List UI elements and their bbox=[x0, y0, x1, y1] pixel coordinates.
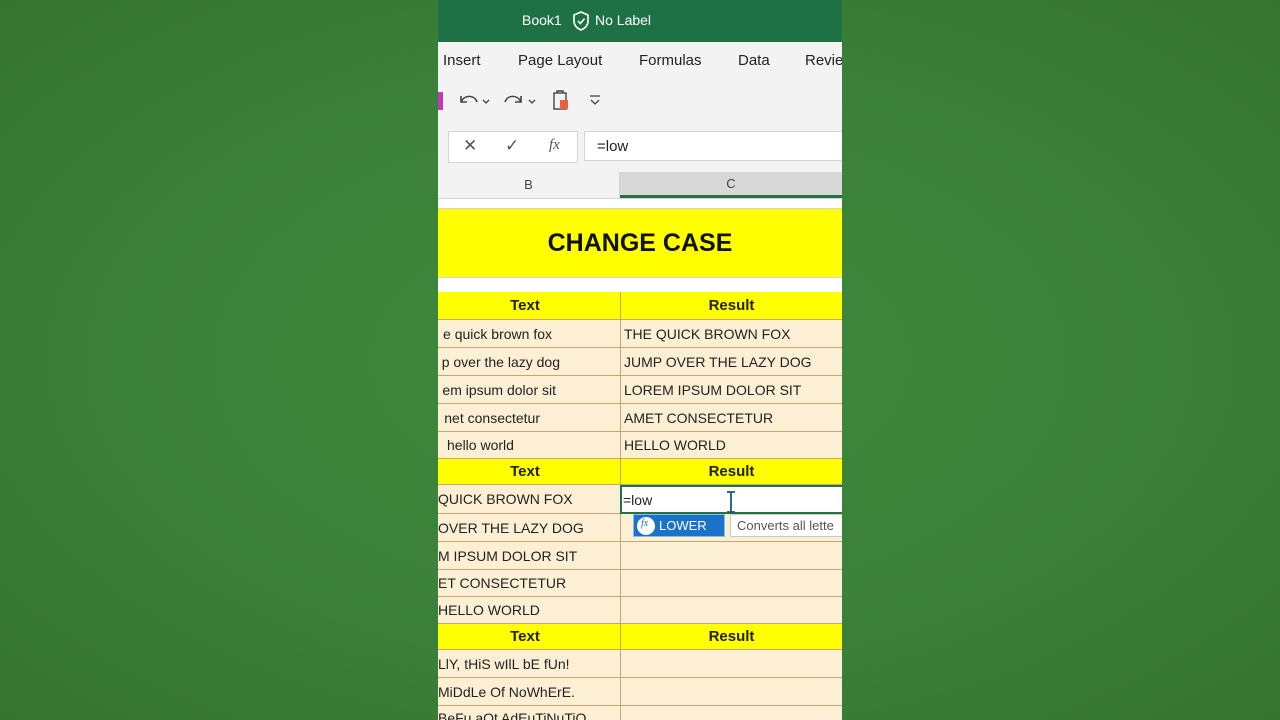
cell-value: OVER THE LAZY DOG bbox=[438, 519, 584, 536]
header-result-cell[interactable]: Result bbox=[621, 624, 842, 650]
text-cell[interactable]: MiDdLe Of NoWhErE. bbox=[438, 678, 621, 706]
header-text-cell[interactable]: Text bbox=[438, 459, 621, 485]
header-text-cell[interactable]: Text bbox=[438, 292, 621, 320]
result-cell[interactable] bbox=[621, 570, 842, 597]
cell-value: e quick brown fox bbox=[443, 325, 552, 342]
insert-function-icon[interactable]: fx bbox=[549, 137, 560, 154]
formula-input[interactable]: =low bbox=[584, 131, 842, 161]
sheet-title: CHANGE CASE bbox=[438, 208, 842, 278]
text-cell[interactable]: LlY, tHiS wIlL bE fUn! bbox=[438, 650, 621, 678]
column-header-b[interactable]: B bbox=[438, 172, 620, 198]
text-cell[interactable]: e quick brown fox bbox=[438, 320, 621, 348]
text-cell[interactable]: ET CONSECTETUR bbox=[438, 570, 621, 597]
active-cell-value: =low bbox=[623, 491, 653, 508]
cell-value: MiDdLe Of NoWhErE. bbox=[438, 683, 575, 700]
column-headers: B C bbox=[438, 172, 842, 199]
cell-value: AMET CONSECTETUR bbox=[624, 409, 774, 426]
ribbon-tabs: Insert Page Layout Formulas Data Revie bbox=[438, 42, 842, 78]
column-header-c[interactable]: C bbox=[620, 172, 842, 198]
customize-toolbar-icon[interactable] bbox=[588, 93, 602, 107]
table-header-row: Text Result bbox=[438, 624, 842, 650]
sensitivity-shield-icon[interactable] bbox=[572, 11, 590, 31]
text-cell[interactable]: net consectetur bbox=[438, 404, 621, 432]
table-header-row: Text Result bbox=[438, 459, 842, 485]
cell-value: p over the lazy dog bbox=[441, 353, 560, 370]
text-cell[interactable]: em ipsum dolor sit bbox=[438, 376, 621, 404]
result-cell[interactable] bbox=[621, 597, 842, 624]
table-row: p over the lazy dog JUMP OVER THE LAZY D… bbox=[438, 348, 842, 376]
result-cell[interactable]: THE QUICK BROWN FOX bbox=[621, 320, 842, 348]
function-tooltip: Converts all lette bbox=[730, 514, 842, 537]
cancel-icon[interactable]: ✕ bbox=[463, 136, 477, 156]
table-row: ET CONSECTETUR bbox=[438, 570, 842, 597]
table-row: QUICK BROWN FOX =low bbox=[438, 485, 842, 514]
tab-review[interactable]: Revie bbox=[805, 52, 842, 69]
cell-value: JUMP OVER THE LAZY DOG bbox=[624, 353, 812, 370]
result-cell[interactable]: JUMP OVER THE LAZY DOG bbox=[621, 348, 842, 376]
result-cell[interactable] bbox=[621, 650, 842, 678]
tab-page-layout[interactable]: Page Layout bbox=[518, 52, 602, 69]
cell-value: hello world bbox=[447, 437, 514, 453]
table-row: e quick brown fox THE QUICK BROWN FOX bbox=[438, 320, 842, 348]
worksheet-grid[interactable]: CHANGE CASE Text Result e quick brown fo… bbox=[438, 199, 842, 720]
table-row: BeFu aOt AdEuTiNuTiO bbox=[438, 706, 842, 720]
tab-data[interactable]: Data bbox=[738, 52, 770, 69]
text-cell[interactable]: BeFu aOt AdEuTiNuTiO bbox=[438, 706, 621, 720]
title-bar: Book1 No Label bbox=[438, 0, 842, 42]
text-cell[interactable]: p over the lazy dog bbox=[438, 348, 621, 376]
tab-formulas[interactable]: Formulas bbox=[639, 52, 702, 69]
header-result-cell[interactable]: Result bbox=[621, 292, 842, 320]
table-row: LlY, tHiS wIlL bE fUn! bbox=[438, 650, 842, 678]
cell-value: LOREM IPSUM DOLOR SIT bbox=[624, 381, 802, 398]
table-row: M IPSUM DOLOR SIT bbox=[438, 542, 842, 570]
table-header-row: Text Result bbox=[438, 292, 842, 320]
cell-value: QUICK BROWN FOX bbox=[438, 491, 573, 507]
result-cell[interactable]: AMET CONSECTETUR bbox=[621, 404, 842, 432]
function-icon: fx bbox=[637, 517, 655, 535]
result-cell[interactable] bbox=[621, 706, 842, 720]
format-painter-icon[interactable] bbox=[550, 90, 572, 112]
sensitivity-label[interactable]: No Label bbox=[595, 12, 651, 28]
formula-bar: ✕ ✓ fx =low bbox=[438, 124, 842, 172]
autocomplete-label: LOWER bbox=[659, 518, 707, 533]
text-cell[interactable]: QUICK BROWN FOX bbox=[438, 485, 621, 514]
table-row: hello world HELLO WORLD bbox=[438, 432, 842, 459]
text-cell[interactable]: HELLO WORLD bbox=[438, 597, 621, 624]
result-cell[interactable]: HELLO WORLD bbox=[621, 432, 842, 459]
table-row: em ipsum dolor sit LOREM IPSUM DOLOR SIT bbox=[438, 376, 842, 404]
header-text-cell[interactable]: Text bbox=[438, 624, 621, 650]
autocomplete-item[interactable]: fx LOWER bbox=[633, 514, 725, 537]
undo-icon[interactable] bbox=[456, 90, 492, 112]
quick-access-toolbar bbox=[438, 78, 842, 125]
cell-value: BeFu aOt AdEuTiNuTiO bbox=[438, 710, 587, 720]
result-cell[interactable] bbox=[621, 678, 842, 706]
excel-window: Book1 No Label Insert Page Layout Formul… bbox=[438, 0, 842, 720]
cell-value: em ipsum dolor sit bbox=[442, 381, 556, 398]
cell-value: M IPSUM DOLOR SIT bbox=[438, 547, 578, 564]
header-result-cell[interactable]: Result bbox=[621, 459, 842, 485]
table-row: net consectetur AMET CONSECTETUR bbox=[438, 404, 842, 432]
text-cursor-icon bbox=[727, 491, 735, 513]
cell-value: HELLO WORLD bbox=[624, 437, 726, 453]
cell-value: net consectetur bbox=[444, 409, 540, 426]
cell-value: ET CONSECTETUR bbox=[438, 575, 567, 591]
result-cell[interactable]: LOREM IPSUM DOLOR SIT bbox=[621, 376, 842, 404]
cell-value: THE QUICK BROWN FOX bbox=[624, 325, 791, 342]
enter-icon[interactable]: ✓ bbox=[505, 136, 519, 156]
table-row: HELLO WORLD bbox=[438, 597, 842, 624]
text-cell[interactable]: hello world bbox=[438, 432, 621, 459]
text-cell[interactable]: M IPSUM DOLOR SIT bbox=[438, 542, 621, 570]
cell-value: LlY, tHiS wIlL bE fUn! bbox=[438, 655, 570, 672]
workbook-title: Book1 bbox=[522, 12, 562, 28]
cell-value: HELLO WORLD bbox=[438, 602, 540, 618]
result-cell[interactable] bbox=[621, 542, 842, 570]
table-row: MiDdLe Of NoWhErE. bbox=[438, 678, 842, 706]
tab-insert[interactable]: Insert bbox=[443, 52, 481, 69]
formula-buttons: ✕ ✓ fx bbox=[448, 131, 578, 163]
text-cell[interactable]: OVER THE LAZY DOG bbox=[438, 514, 621, 542]
app-color-stripe bbox=[438, 92, 443, 110]
redo-icon[interactable] bbox=[502, 90, 538, 112]
